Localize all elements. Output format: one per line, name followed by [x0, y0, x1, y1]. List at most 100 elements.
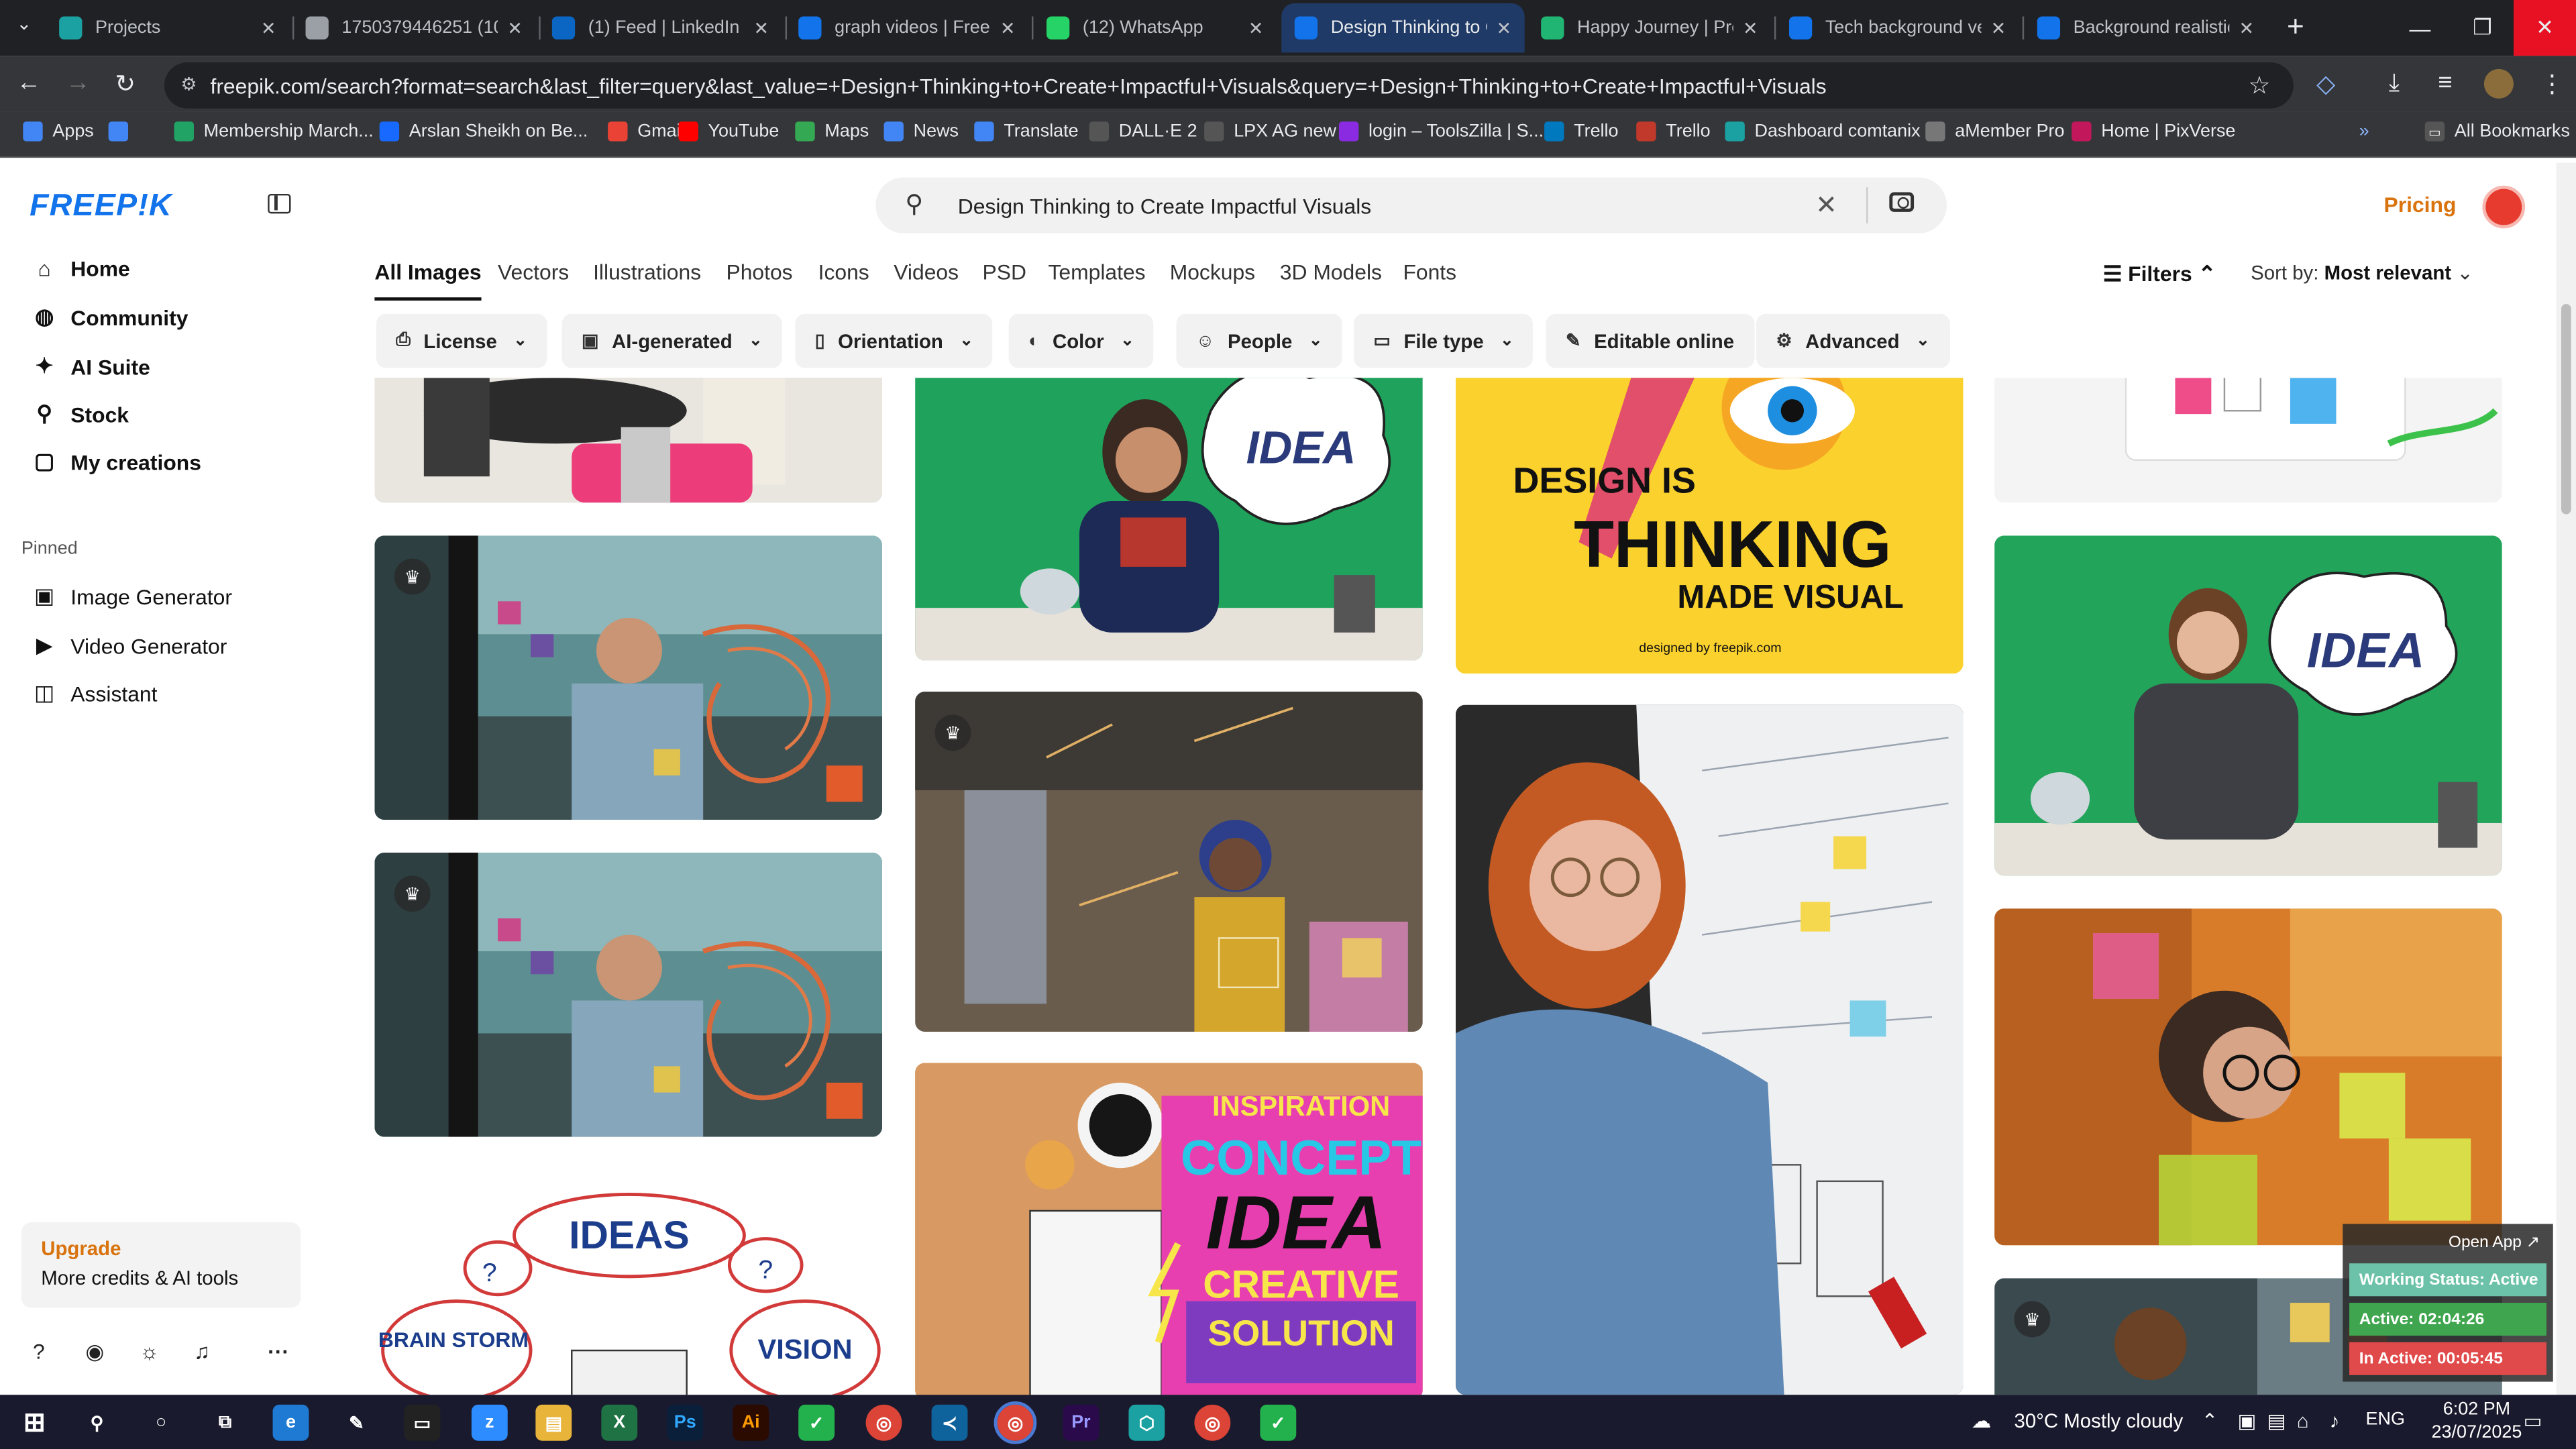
filter-advanced[interactable]: ⚙ Advanced ⌄: [1756, 313, 1950, 368]
sidebar-toggle-icon[interactable]: [268, 193, 291, 214]
illustrator-icon[interactable]: Ai: [733, 1404, 769, 1441]
new-tab-button[interactable]: +: [2287, 10, 2304, 44]
pinned-item-video-generator[interactable]: ▶ Video Generator: [33, 633, 227, 659]
freepik-logo[interactable]: FREEP!K: [30, 189, 172, 225]
file-explorer-icon[interactable]: ▤: [535, 1404, 572, 1441]
task-view-icon[interactable]: ⧉: [207, 1405, 244, 1441]
bookmark-item[interactable]: YouTube: [678, 121, 779, 142]
tab-videos[interactable]: Videos: [894, 260, 959, 284]
filter-people[interactable]: ☺ People ⌄: [1176, 313, 1342, 368]
clear-search-icon[interactable]: ✕: [1815, 189, 1837, 222]
close-tab-icon[interactable]: ✕: [1991, 17, 2006, 38]
system-clock[interactable]: 6:02 PM 23/07/2025: [2432, 1398, 2522, 1444]
browser-tab[interactable]: graph videos | Freepi ✕: [786, 3, 1028, 52]
result-image-woman-sticky[interactable]: [1994, 908, 2502, 1246]
minimize-button[interactable]: —: [2389, 0, 2451, 56]
bookmark-item[interactable]: [108, 121, 138, 142]
profile-avatar[interactable]: [2483, 68, 2514, 99]
pricing-link[interactable]: Pricing: [2383, 193, 2456, 217]
bell-icon[interactable]: ♫: [194, 1339, 210, 1364]
result-image-idea-woman-green-2[interactable]: IDEA: [1994, 535, 2502, 876]
filter-ai-generated[interactable]: ▣ AI-generated ⌄: [561, 313, 783, 368]
tab-all-images[interactable]: All Images: [374, 260, 482, 301]
extension-icon[interactable]: ◇: [2316, 69, 2335, 99]
all-bookmarks[interactable]: ▭ All Bookmarks: [2424, 121, 2570, 142]
sidebar-item-stock[interactable]: ⚲ Stock: [33, 401, 129, 427]
browser-tab[interactable]: Happy Journey | Pren ✕: [1528, 3, 1771, 52]
browser-tab[interactable]: Design Thinking to C ✕: [1281, 3, 1525, 53]
zoom-icon[interactable]: z: [471, 1404, 508, 1441]
tray-app-icon[interactable]: ▣: [2238, 1409, 2257, 1432]
tab-mockups[interactable]: Mockups: [1170, 260, 1255, 284]
tab-vectors[interactable]: Vectors: [498, 260, 569, 284]
result-image-sticky-notes[interactable]: [1994, 378, 2502, 503]
more-icon[interactable]: ···: [268, 1339, 289, 1364]
chrome-active-icon[interactable]: ◎: [994, 1401, 1037, 1444]
search-input[interactable]: [957, 177, 1813, 233]
tab-search-icon[interactable]: ⌄: [16, 13, 32, 34]
filter-color[interactable]: ◐ Color ⌄: [1008, 313, 1155, 368]
result-image-inspiration-poster[interactable]: INSPIRATION CONCEPT IDEA CREATIVE SOLUTI…: [915, 1063, 1423, 1395]
bookmark-item[interactable]: LPX AG new: [1204, 121, 1336, 142]
filter-editable-online[interactable]: ✎ Editable online: [1546, 313, 1754, 368]
browser-tab[interactable]: (1) Feed | LinkedIn ✕: [539, 3, 782, 52]
bookmark-item[interactable]: Apps: [23, 121, 94, 142]
filter-orientation[interactable]: ▯ Orientation ⌄: [795, 313, 994, 368]
tray-app-icon-2[interactable]: ▤: [2267, 1409, 2286, 1432]
close-tab-icon[interactable]: ✕: [1000, 17, 1016, 38]
weather-icon[interactable]: ☁: [1972, 1409, 1991, 1432]
close-tab-icon[interactable]: ✕: [1248, 17, 1264, 38]
browser-tab[interactable]: (12) WhatsApp ✕: [1033, 3, 1276, 52]
theme-icon[interactable]: ☼: [140, 1339, 159, 1364]
back-icon[interactable]: ←: [16, 69, 41, 97]
app-green-icon[interactable]: ✓: [798, 1404, 835, 1441]
bookmark-item[interactable]: DALL·E 2: [1089, 121, 1197, 142]
tab-photos[interactable]: Photos: [726, 260, 792, 284]
result-image-woman-glass-board[interactable]: ♛: [915, 692, 1423, 1032]
reload-icon[interactable]: ↻: [115, 69, 136, 99]
discord-icon[interactable]: ◉: [85, 1339, 104, 1365]
sidebar-item-my-creations[interactable]: ▢ My creations: [33, 449, 201, 475]
help-icon[interactable]: ?: [33, 1339, 45, 1364]
cortana-icon[interactable]: ○: [143, 1405, 179, 1441]
excel-icon[interactable]: X: [601, 1404, 638, 1441]
upgrade-card[interactable]: Upgrade More credits & AI tools: [21, 1222, 301, 1308]
more-bookmarks-icon[interactable]: »: [2359, 121, 2369, 141]
vscode-icon[interactable]: ≺: [931, 1404, 968, 1441]
sort-dropdown[interactable]: Sort by: Most relevant ⌄: [2251, 261, 2473, 284]
tab-illustrations[interactable]: Illustrations: [593, 260, 701, 284]
tab-fonts[interactable]: Fonts: [1403, 260, 1456, 284]
media-icon[interactable]: ≡: [2438, 69, 2452, 97]
camera-search-icon[interactable]: [1889, 192, 1915, 212]
result-image-man-glass[interactable]: ♛: [374, 535, 883, 820]
bookmark-item[interactable]: Gmail: [608, 121, 685, 142]
browser-tab[interactable]: Projects ✕: [46, 3, 289, 52]
photoshop-icon[interactable]: Ps: [667, 1404, 704, 1441]
result-image-redhead-whiteboard[interactable]: [1455, 704, 1964, 1395]
result-image-man-glass-2[interactable]: ♛: [374, 853, 883, 1137]
terminal-icon[interactable]: ▭: [404, 1404, 441, 1441]
result-image-ideas-sketch[interactable]: IDEAS ? ? BRAIN STORM VISION: [374, 1169, 883, 1395]
result-image-idea-woman-green[interactable]: IDEA: [915, 378, 1423, 661]
browser-tab[interactable]: Tech background ve ✕: [1776, 3, 2019, 52]
bookmark-item[interactable]: Membership March...: [174, 121, 374, 142]
download-icon[interactable]: ⤓: [2389, 69, 2400, 97]
bookmark-item[interactable]: News: [883, 121, 959, 142]
close-tab-icon[interactable]: ✕: [1743, 17, 1758, 38]
notification-icon[interactable]: ▭: [2524, 1409, 2542, 1432]
address-bar[interactable]: ⚙ freepik.com/search?format=search&last_…: [164, 62, 2294, 109]
language-indicator[interactable]: ENG: [2366, 1409, 2405, 1429]
hexagon-app-icon[interactable]: ⬡: [1128, 1404, 1165, 1441]
tab-icons[interactable]: Icons: [818, 260, 869, 284]
windows-start-icon[interactable]: ⊞: [16, 1405, 52, 1441]
sidebar-item-ai-suite[interactable]: ✦ AI Suite: [33, 354, 150, 380]
sidebar-item-home[interactable]: ⌂ Home: [33, 256, 129, 281]
premiere-icon[interactable]: Pr: [1063, 1404, 1099, 1441]
close-tab-icon[interactable]: ✕: [507, 17, 523, 38]
browser-tab[interactable]: 1750379446251 (108 ✕: [292, 3, 535, 52]
bookmark-item[interactable]: aMember Pro: [1925, 121, 2065, 142]
bookmark-item[interactable]: Translate: [974, 121, 1079, 142]
bookmark-item[interactable]: Arslan Sheikh on Be...: [379, 121, 588, 142]
page-scrollbar[interactable]: [2556, 162, 2576, 1395]
weather-text[interactable]: 30°C Mostly cloudy: [2014, 1409, 2183, 1432]
